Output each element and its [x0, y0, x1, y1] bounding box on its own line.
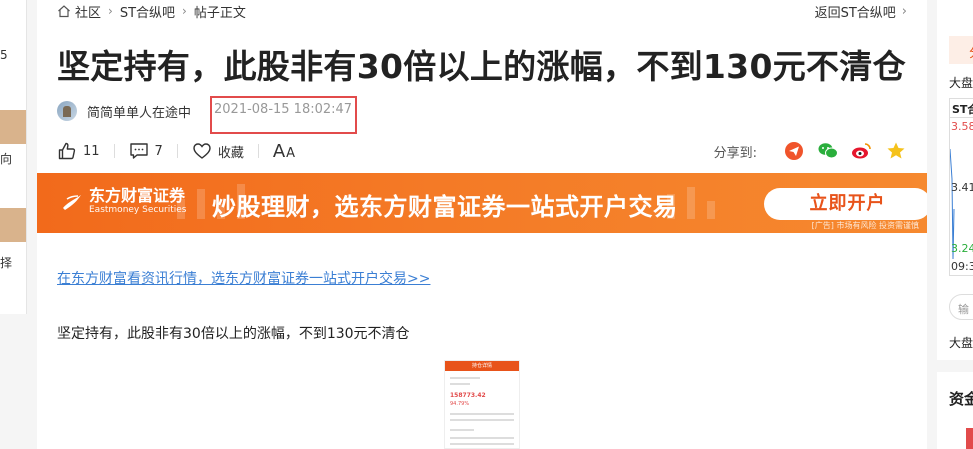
- divider: [176, 144, 178, 158]
- share-label: 分享到:: [713, 145, 757, 161]
- comment-button[interactable]: 7: [129, 141, 163, 161]
- chart-time-start: 09:3: [951, 260, 973, 273]
- capital-section: 资金: [937, 372, 973, 449]
- breadcrumb-home-link[interactable]: 社区: [75, 2, 101, 21]
- market-label: 大盘: [949, 76, 973, 90]
- mini-chart-name: ST合: [952, 103, 973, 116]
- article-main: 社区 › ST合纵吧 › 帖子正文 返回ST合纵吧 › 坚定持有，此股非有30倍…: [37, 0, 927, 449]
- share-bar: 分享到:: [714, 140, 907, 162]
- share-paper-plane-icon[interactable]: [783, 140, 805, 162]
- stock-search-placeholder: 输: [958, 303, 969, 316]
- heart-icon: [193, 143, 211, 159]
- favorite-button[interactable]: 收藏: [192, 141, 244, 161]
- breadcrumb-current: 帖子正文: [193, 5, 246, 21]
- logo-cn-text: 东方财富证券: [89, 186, 186, 205]
- favorite-label: 收藏: [217, 145, 244, 161]
- market-label: 大盘: [949, 336, 973, 350]
- stock-search-input[interactable]: 输: [949, 294, 973, 320]
- share-wechat-icon[interactable]: [817, 140, 839, 162]
- thumbs-up-icon: [58, 142, 76, 160]
- breadcrumb-forum-link[interactable]: ST合纵吧: [120, 2, 175, 21]
- phone-text-line: [450, 383, 470, 385]
- ad-disclaimer: [广告] 市场有风险 投资需谨慎: [811, 221, 919, 230]
- banner-slogan: 炒股理财，选东方财富证券一站式开户交易: [212, 193, 678, 221]
- left-panel-text: 5: [0, 48, 8, 62]
- post-time: 2021-08-15 18:02:47: [214, 102, 353, 117]
- author-row: 简简单单人在途中: [57, 96, 191, 126]
- divider: [113, 144, 115, 158]
- phone-value: 158773.42: [450, 392, 486, 399]
- capital-section-title: 资金: [949, 390, 973, 408]
- right-panel-tab[interactable]: 分: [949, 36, 973, 64]
- font-size-big-glyph: A: [272, 140, 286, 162]
- like-count: 11: [83, 143, 100, 159]
- post-actions: 11 7 收藏 A A: [57, 140, 295, 162]
- post-image-phone-screenshot[interactable]: 持仓详情 158773.42 94.79%: [444, 360, 520, 449]
- chevron-right-icon: ›: [182, 4, 187, 18]
- phone-text-line: [450, 419, 514, 421]
- avatar[interactable]: [57, 101, 77, 121]
- back-to-forum-link[interactable]: 返回ST合纵吧 ›: [814, 2, 907, 21]
- like-button[interactable]: 11: [57, 141, 100, 161]
- author-name[interactable]: 简简单单人在途中: [87, 102, 191, 121]
- post-title: 坚定持有，此股非有30倍以上的涨幅，不到130元不清仓: [57, 47, 906, 86]
- chart-value-mid: 3.41: [951, 181, 973, 194]
- breadcrumb: 社区 › ST合纵吧 › 帖子正文: [57, 2, 246, 21]
- back-link-label: 返回ST合纵吧: [814, 5, 896, 21]
- page: 5 向 择 社区 › ST合纵吧 › 帖子正文 返回ST合纵吧 › 坚定持有，此…: [0, 0, 973, 449]
- phone-text-line: [450, 413, 514, 415]
- logo-en-text: Eastmoney Securities: [89, 205, 187, 215]
- phone-text-line: [450, 429, 474, 431]
- capital-bar: [966, 428, 973, 449]
- phone-text-line: [450, 437, 514, 439]
- left-panel-text: 择: [0, 256, 13, 270]
- ad-banner[interactable]: 东方财富证券 Eastmoney Securities 炒股理财，选东方财富证券…: [37, 173, 927, 233]
- font-size-button[interactable]: A A: [273, 141, 295, 162]
- right-panel-tab-label: 分: [969, 46, 973, 61]
- open-account-button[interactable]: 立即开户: [764, 188, 927, 220]
- chart-value-high: 3.58: [951, 120, 973, 133]
- phone-change: 94.79%: [450, 401, 470, 407]
- divider: [950, 117, 973, 118]
- home-icon: [58, 5, 70, 18]
- chart-value-low: 3.24: [951, 242, 973, 255]
- phone-text-line: [450, 443, 514, 445]
- left-panel-text: 向: [0, 152, 13, 166]
- eastmoney-logo: 东方财富证券 Eastmoney Securities: [61, 187, 186, 216]
- chevron-right-icon: ›: [108, 4, 113, 18]
- font-size-small-glyph: A: [286, 145, 296, 161]
- phone-header: 持仓详情: [445, 361, 519, 371]
- share-weibo-icon[interactable]: [851, 140, 873, 162]
- divider: [257, 144, 259, 158]
- eastmoney-logo-icon: [63, 194, 81, 210]
- left-panel-band[interactable]: [0, 110, 26, 144]
- left-side-panel: 5 向 择: [0, 0, 27, 314]
- comment-count: 7: [154, 143, 163, 159]
- chevron-right-icon: ›: [901, 3, 907, 19]
- phone-text-line: [450, 377, 480, 379]
- eastmoney-promo-link[interactable]: 在东方财富看资讯行情，选东方财富证券一站式开户交易>>: [57, 268, 430, 288]
- share-qzone-star-icon[interactable]: [885, 140, 907, 162]
- left-panel-band[interactable]: [0, 208, 26, 242]
- comment-icon: [129, 143, 148, 159]
- post-body-text: 坚定持有，此股非有30倍以上的涨幅，不到130元不清仓: [57, 326, 410, 342]
- right-side-panel: 分 大盘 ST合 3.58 3.41 3.24 09:3 输 大盘: [937, 0, 973, 360]
